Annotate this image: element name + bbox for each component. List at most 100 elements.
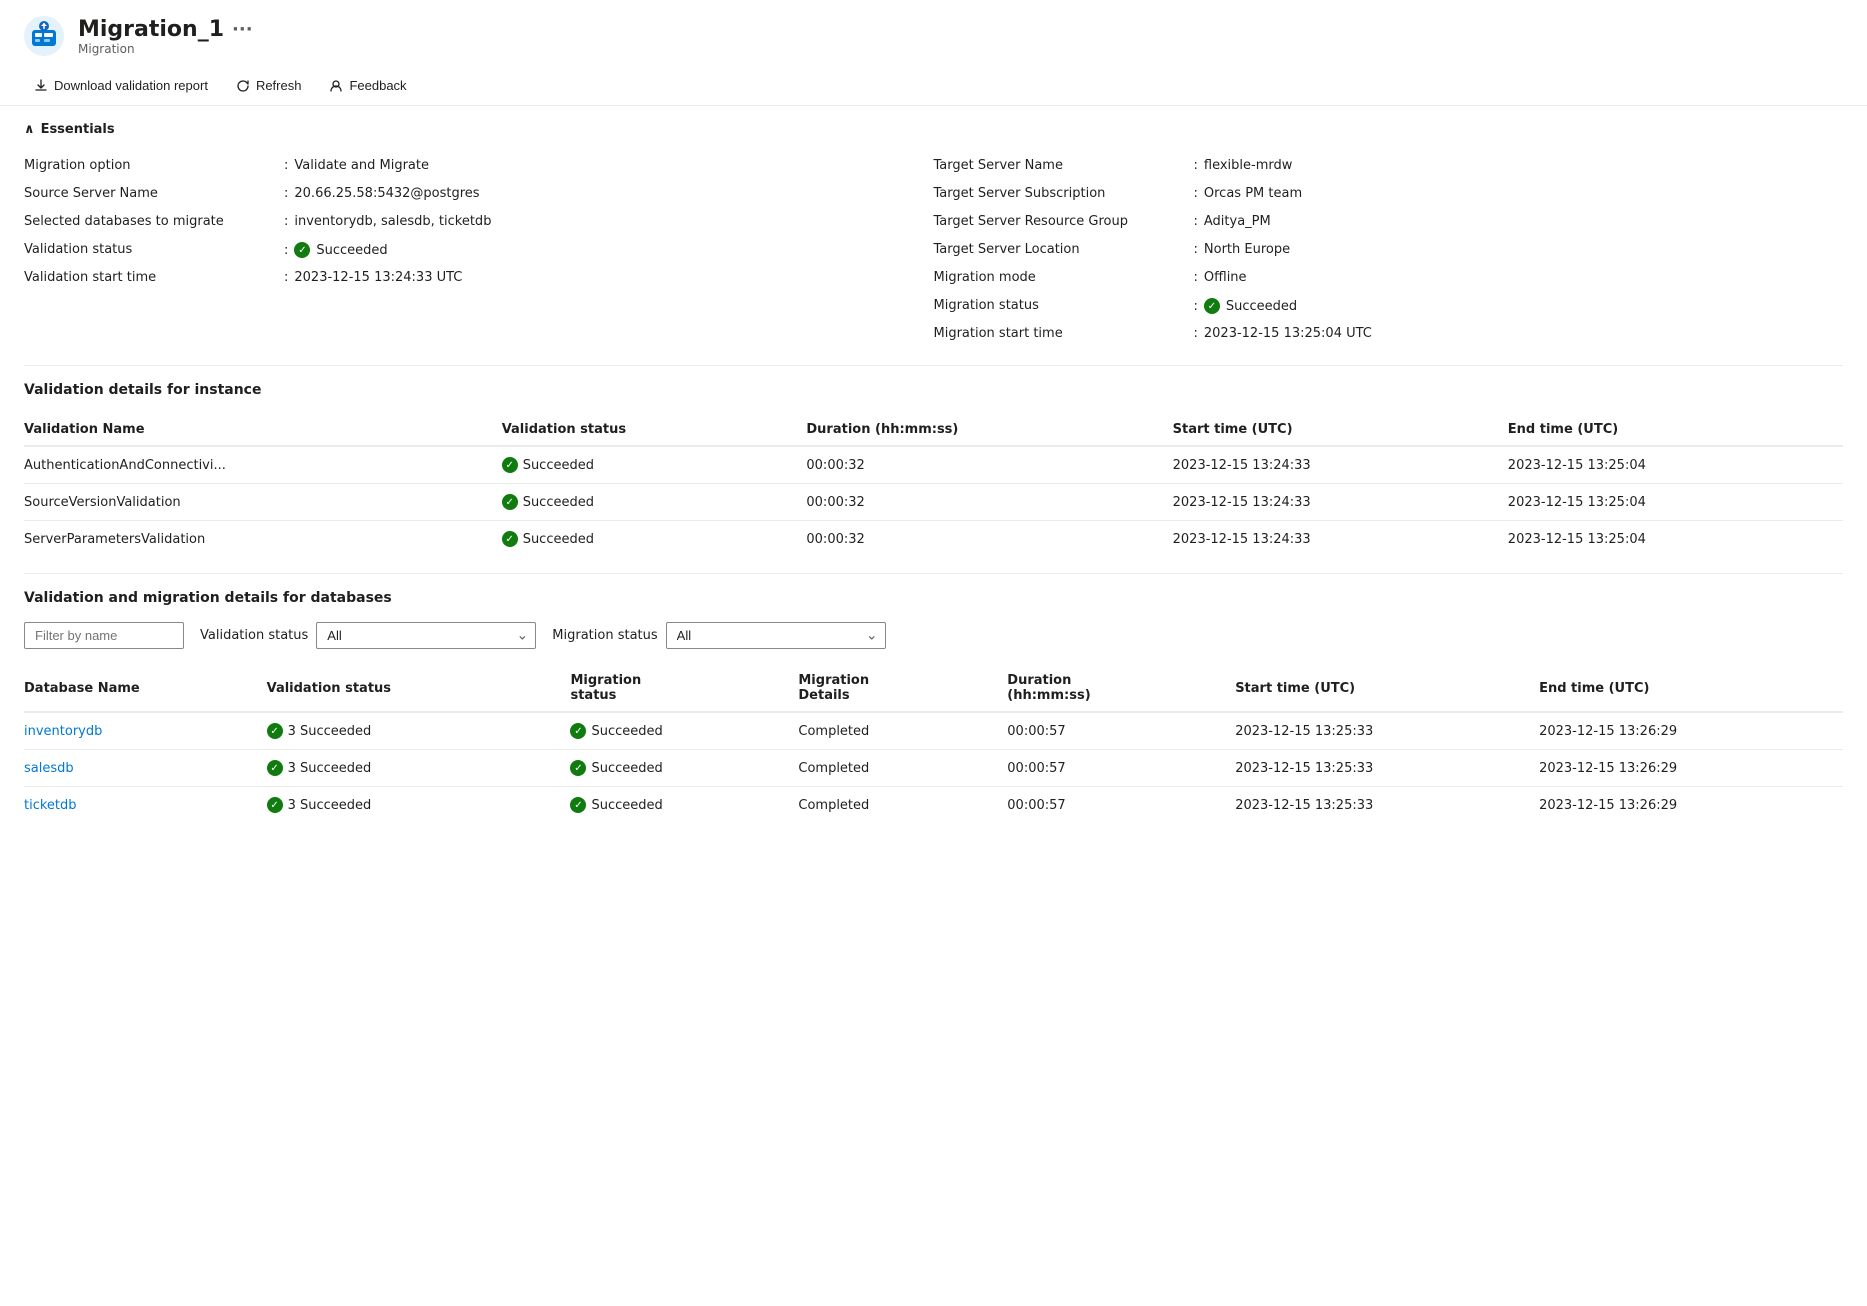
- db-row-mig-details: Completed: [798, 750, 1007, 787]
- feedback-button[interactable]: Feedback: [319, 72, 416, 99]
- col-header-db-duration: Duration(hh:mm:ss): [1007, 665, 1235, 712]
- check-icon: [502, 457, 518, 473]
- validation-databases-header-row: Database Name Validation status Migratio…: [24, 665, 1843, 712]
- value-source-server: 20.66.25.58:5432@postgres: [284, 186, 480, 201]
- col-header-db-mig-details: MigrationDetails: [798, 665, 1007, 712]
- value-migration-option: Validate and Migrate: [284, 158, 429, 173]
- value-migration-mode: Offline: [1194, 270, 1247, 285]
- col-header-start-time: Start time (UTC): [1173, 414, 1508, 446]
- validation-instance-section: Validation details for instance Validati…: [0, 366, 1867, 573]
- validation-status-select-wrapper: All: [316, 622, 536, 649]
- db-row-name[interactable]: ticketdb: [24, 787, 267, 824]
- check-icon: [502, 494, 518, 510]
- label-target-subscription: Target Server Subscription: [934, 186, 1194, 201]
- db-row-mig-details: Completed: [798, 712, 1007, 750]
- validation-instance-row: SourceVersionValidation Succeeded 00:00:…: [24, 484, 1843, 521]
- check-icon: [570, 760, 586, 776]
- download-report-button[interactable]: Download validation report: [24, 72, 218, 99]
- essentials-left-col: Migration option Validate and Migrate So…: [24, 153, 934, 349]
- validation-database-row: inventorydb 3 Succeeded Succeeded Comple…: [24, 712, 1843, 750]
- value-target-location: North Europe: [1194, 242, 1291, 257]
- label-source-server: Source Server Name: [24, 186, 284, 201]
- db-row-duration: 00:00:57: [1007, 787, 1235, 824]
- validation-databases-section: Validation and migration details for dat…: [0, 574, 1867, 839]
- check-icon: [267, 797, 283, 813]
- validation-status-filter-group: Validation status All: [200, 622, 536, 649]
- value-validation-start: 2023-12-15 13:24:33 UTC: [284, 270, 462, 285]
- db-row-val-status: 3 Succeeded: [267, 787, 571, 824]
- db-row-end: 2023-12-15 13:26:29: [1539, 750, 1843, 787]
- db-row-start: 2023-12-15 13:25:33: [1235, 787, 1539, 824]
- check-icon: [267, 723, 283, 739]
- validation-status-check-icon: [294, 242, 310, 258]
- inst-row-name: SourceVersionValidation: [24, 484, 502, 521]
- db-row-name[interactable]: salesdb: [24, 750, 267, 787]
- db-row-name[interactable]: inventorydb: [24, 712, 267, 750]
- check-icon: [267, 760, 283, 776]
- inst-row-end: 2023-12-15 13:25:04: [1508, 446, 1843, 484]
- collapse-icon[interactable]: ∧: [24, 122, 35, 137]
- db-name-link[interactable]: salesdb: [24, 761, 74, 776]
- db-row-mig-status: Succeeded: [570, 712, 798, 750]
- db-name-link[interactable]: inventorydb: [24, 724, 102, 739]
- db-row-mig-details: Completed: [798, 787, 1007, 824]
- col-header-duration: Duration (hh:mm:ss): [806, 414, 1172, 446]
- label-target-name: Target Server Name: [934, 158, 1194, 173]
- check-icon: [502, 531, 518, 547]
- label-target-rg: Target Server Resource Group: [934, 214, 1194, 229]
- inst-row-end: 2023-12-15 13:25:04: [1508, 484, 1843, 521]
- value-target-name: flexible-mrdw: [1194, 158, 1293, 173]
- label-migration-start: Migration start time: [934, 326, 1194, 341]
- page-subtitle: Migration: [78, 42, 253, 56]
- inst-row-duration: 00:00:32: [806, 484, 1172, 521]
- db-row-duration: 00:00:57: [1007, 712, 1235, 750]
- db-row-end: 2023-12-15 13:26:29: [1539, 712, 1843, 750]
- essentials-row-target-subscription: Target Server Subscription Orcas PM team: [934, 181, 1844, 209]
- value-target-rg: Aditya_PM: [1194, 214, 1271, 229]
- migration-status-filter-group: Migration status All: [552, 622, 885, 649]
- inst-row-name: ServerParametersValidation: [24, 521, 502, 558]
- inst-row-status: Succeeded: [502, 446, 807, 484]
- col-header-end-time: End time (UTC): [1508, 414, 1843, 446]
- migration-icon: [24, 16, 64, 56]
- refresh-button[interactable]: Refresh: [226, 72, 312, 99]
- check-icon: [570, 723, 586, 739]
- essentials-row-migration-start: Migration start time 2023-12-15 13:25:04…: [934, 321, 1844, 349]
- migration-status-filter-label: Migration status: [552, 628, 657, 643]
- validation-status-select[interactable]: All: [316, 622, 536, 649]
- feedback-icon: [329, 79, 343, 93]
- value-migration-start: 2023-12-15 13:25:04 UTC: [1194, 326, 1372, 341]
- db-row-val-status: 3 Succeeded: [267, 750, 571, 787]
- label-selected-dbs: Selected databases to migrate: [24, 214, 284, 229]
- essentials-section: ∧ Essentials Migration option Validate a…: [0, 106, 1867, 365]
- page-title: Migration_1 ···: [78, 17, 253, 42]
- inst-row-start: 2023-12-15 13:24:33: [1173, 484, 1508, 521]
- essentials-row-selected-dbs: Selected databases to migrate inventoryd…: [24, 209, 934, 237]
- migration-status-select[interactable]: All: [666, 622, 886, 649]
- col-header-db-start: Start time (UTC): [1235, 665, 1539, 712]
- inst-row-start: 2023-12-15 13:24:33: [1173, 446, 1508, 484]
- db-name-link[interactable]: ticketdb: [24, 798, 77, 813]
- more-options-button[interactable]: ···: [232, 19, 253, 40]
- value-migration-status: Succeeded: [1194, 298, 1298, 314]
- db-row-start: 2023-12-15 13:25:33: [1235, 750, 1539, 787]
- label-target-location: Target Server Location: [934, 242, 1194, 257]
- value-target-subscription: Orcas PM team: [1194, 186, 1303, 201]
- filter-by-name-input[interactable]: [24, 622, 184, 649]
- migration-status-select-wrapper: All: [666, 622, 886, 649]
- validation-database-row: salesdb 3 Succeeded Succeeded Completed …: [24, 750, 1843, 787]
- essentials-row-validation-start: Validation start time 2023-12-15 13:24:3…: [24, 265, 934, 293]
- value-validation-status: Succeeded: [284, 242, 388, 258]
- essentials-row-migration-mode: Migration mode Offline: [934, 265, 1844, 293]
- db-row-end: 2023-12-15 13:26:29: [1539, 787, 1843, 824]
- db-row-mig-status: Succeeded: [570, 787, 798, 824]
- inst-row-status: Succeeded: [502, 484, 807, 521]
- inst-row-status: Succeeded: [502, 521, 807, 558]
- col-header-db-val-status: Validation status: [267, 665, 571, 712]
- title-text: Migration_1: [78, 17, 224, 42]
- essentials-row-target-rg: Target Server Resource Group Aditya_PM: [934, 209, 1844, 237]
- essentials-row-validation-status: Validation status Succeeded: [24, 237, 934, 265]
- inst-row-start: 2023-12-15 13:24:33: [1173, 521, 1508, 558]
- title-group: Migration_1 ··· Migration: [78, 17, 253, 56]
- label-validation-start: Validation start time: [24, 270, 284, 285]
